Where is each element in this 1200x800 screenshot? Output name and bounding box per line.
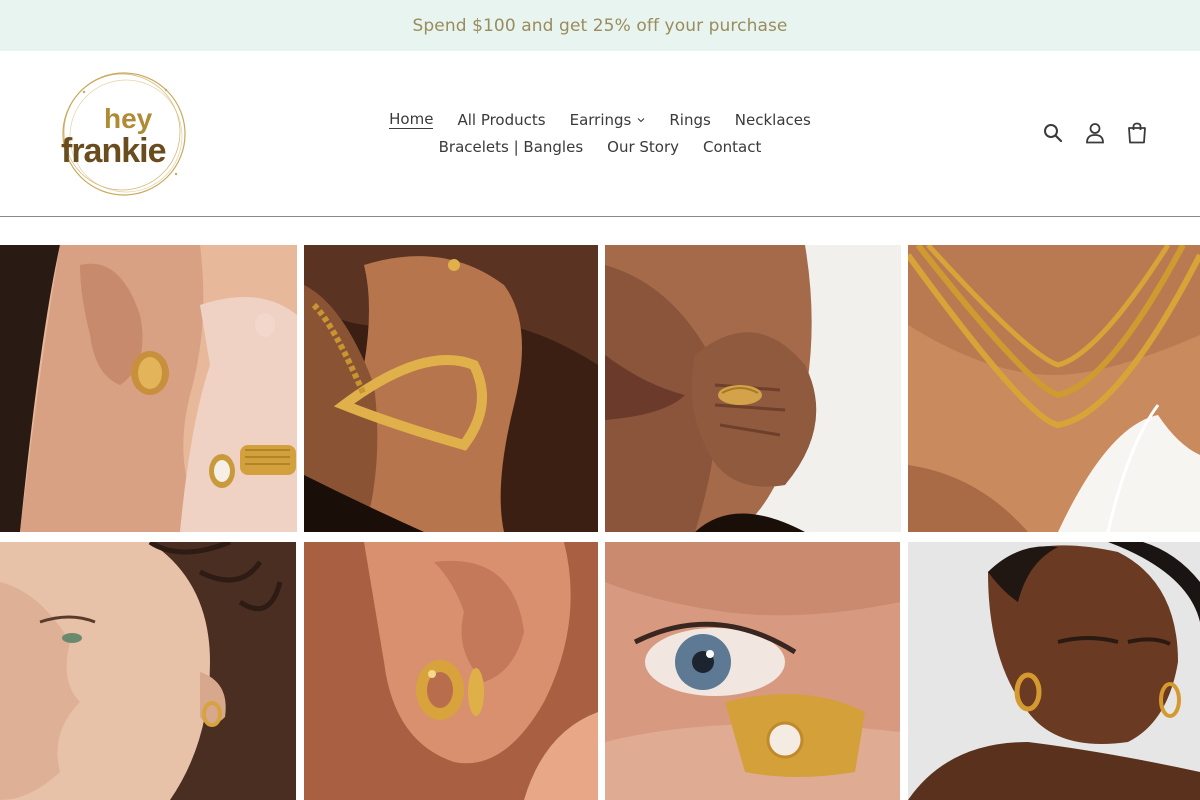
header-actions <box>1042 121 1148 145</box>
main-navigation: Home All Products Earrings Rings Necklac… <box>360 106 840 160</box>
announcement-bar: Spend $100 and get 25% off your purchase <box>0 0 1200 51</box>
nav-item-label: Our Story <box>607 137 680 156</box>
product-gallery <box>0 245 1200 800</box>
nav-item-rings[interactable]: Rings <box>669 111 710 129</box>
nav-row-primary: Home All Products Earrings Rings Necklac… <box>360 106 840 133</box>
gallery-tile-layered-necklace[interactable] <box>908 245 1200 532</box>
gallery-tile-small-hoop-profile[interactable] <box>0 542 296 800</box>
gallery-tile-gold-bangle[interactable] <box>304 245 598 532</box>
nav-row-secondary: Bracelets | Bangles Our Story Contact <box>360 133 840 160</box>
nav-item-all-products[interactable]: All Products <box>457 111 545 129</box>
brand-logo[interactable]: hey frankie <box>56 70 192 198</box>
gallery-tile-gold-hoop-portrait[interactable] <box>908 542 1200 800</box>
nav-item-label: Necklaces <box>734 110 811 129</box>
nav-item-label: All Products <box>457 110 546 129</box>
chevron-down-icon <box>637 117 645 122</box>
site-header: hey frankie Home All Products Earrings R… <box>0 51 1200 217</box>
nav-item-our-story[interactable]: Our Story <box>607 138 679 156</box>
nav-item-necklaces[interactable]: Necklaces <box>735 111 811 129</box>
announcement-text: Spend $100 and get 25% off your purchase <box>412 15 788 36</box>
gallery-tile-pearl-ring-eye[interactable] <box>605 542 900 800</box>
nav-item-label: Contact <box>703 137 762 156</box>
nav-item-bracelets-bangles[interactable]: Bracelets | Bangles <box>439 138 584 156</box>
gallery-tile-chunky-hoops[interactable] <box>304 542 598 800</box>
svg-text:hey: hey <box>104 103 153 134</box>
nav-item-label: Bracelets | Bangles <box>438 137 584 156</box>
nav-item-earrings[interactable]: Earrings <box>570 111 646 129</box>
account-icon[interactable] <box>1084 121 1106 145</box>
svg-text:frankie: frankie <box>61 132 166 170</box>
gallery-tile-hoop-earring-and-rings[interactable] <box>0 245 297 532</box>
gallery-tile-textured-ring[interactable] <box>605 245 901 532</box>
nav-item-label: Earrings <box>569 110 632 129</box>
nav-item-label: Rings <box>669 110 711 129</box>
nav-item-home[interactable]: Home <box>389 109 434 129</box>
search-icon[interactable] <box>1042 121 1064 145</box>
nav-item-contact[interactable]: Contact <box>703 138 761 156</box>
cart-icon[interactable] <box>1126 121 1148 145</box>
nav-item-label: Home <box>389 109 434 128</box>
